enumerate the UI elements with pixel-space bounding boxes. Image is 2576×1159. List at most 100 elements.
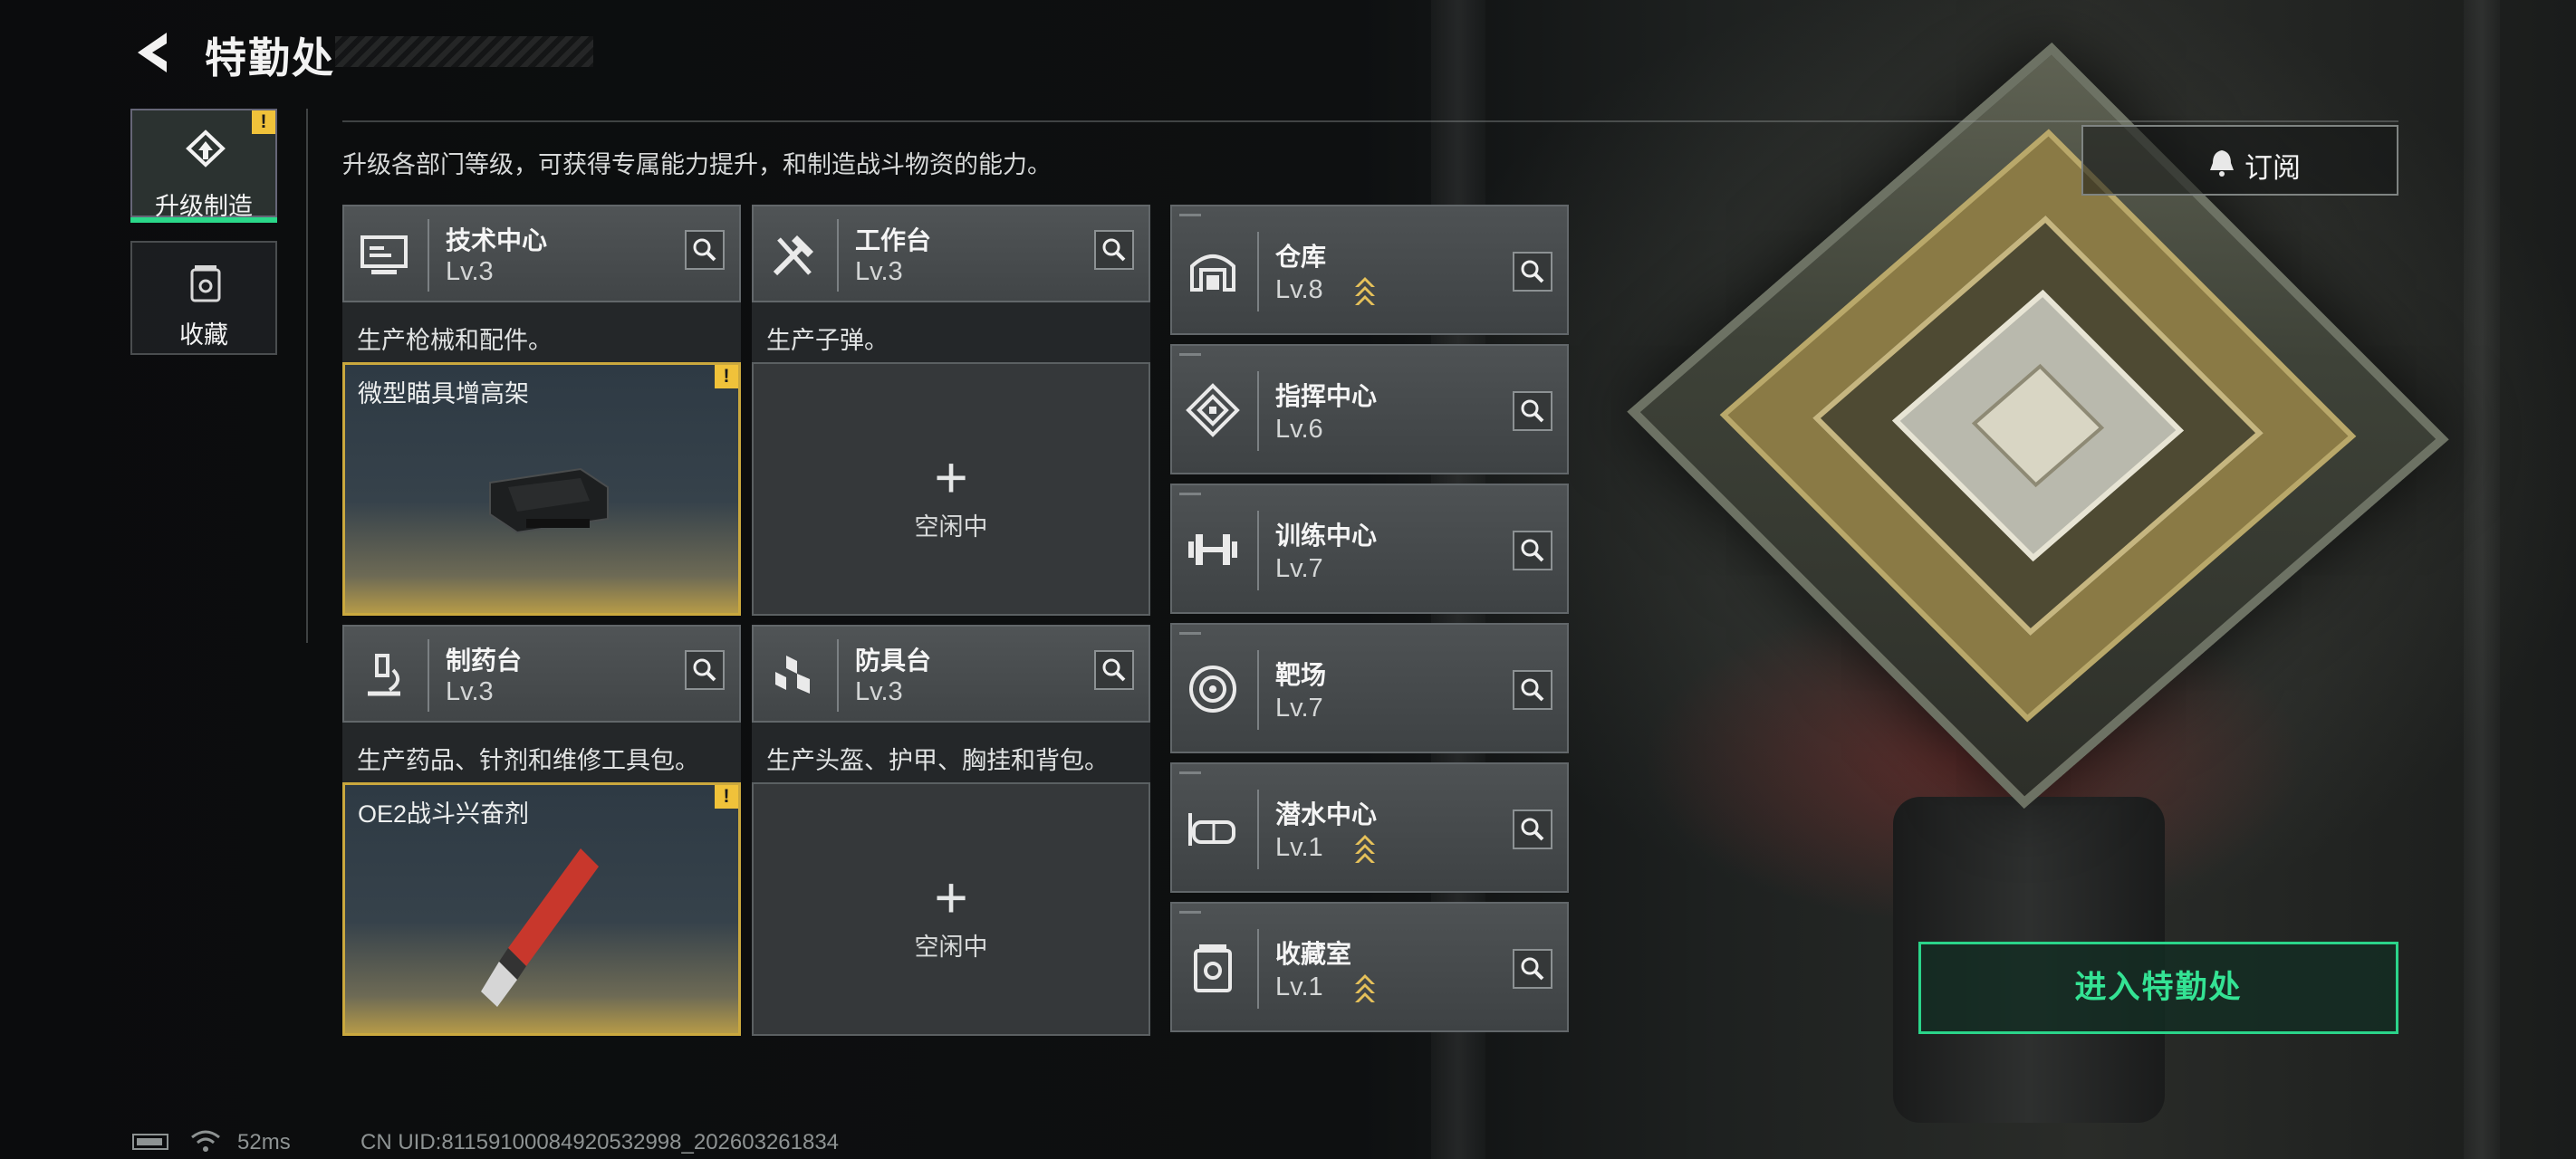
station-level: Lv.3 [446, 257, 494, 286]
scope-riser-image [489, 467, 609, 534]
facility-level: Lv.7 [1275, 694, 1323, 723]
tab-collection[interactable]: 收藏 [130, 241, 277, 355]
warehouse-icon [1190, 254, 1235, 292]
facility-name: 训练中心 [1275, 522, 1378, 550]
station-level: Lv.3 [855, 257, 903, 286]
tab-label: 收藏 [179, 321, 228, 349]
magnifier-icon [1521, 818, 1544, 841]
station-armor[interactable]: 防具台 Lv.3 [752, 625, 1150, 723]
enter-special-ops-button[interactable]: 进入特勤处 [1918, 942, 2398, 1034]
facility-name: 收藏室 [1275, 940, 1352, 968]
magnifier-icon [693, 238, 716, 262]
inspect-button[interactable] [1513, 670, 1552, 710]
facility-name: 潜水中心 [1275, 800, 1378, 829]
station-pharmacy[interactable]: 制药台 Lv.3 [342, 625, 741, 723]
facility-command-center[interactable]: 指挥中心 Lv.6 [1170, 344, 1569, 474]
facility-level: Lv.1 [1275, 972, 1323, 1001]
command-icon [1186, 383, 1240, 437]
add-icon: + [934, 445, 968, 510]
cubes-icon [775, 656, 810, 694]
station-name: 防具台 [855, 647, 932, 675]
uid-text: CN UID:81159100084920532998_202603261834 [360, 1130, 840, 1154]
facility-name: 指挥中心 [1275, 382, 1378, 410]
station-workbench[interactable]: 工作台 Lv.3 [752, 205, 1150, 302]
facility-level: Lv.7 [1275, 554, 1323, 583]
inspect-button[interactable] [1094, 230, 1134, 270]
upgrade-available-icon [1355, 277, 1375, 305]
add-icon: + [934, 865, 968, 930]
station-name: 制药台 [446, 647, 523, 675]
inspect-button[interactable] [1513, 391, 1552, 431]
station-level: Lv.3 [446, 677, 494, 706]
warning-badge: ! [252, 110, 275, 134]
production-slot-empty[interactable]: + 空闲中 [752, 362, 1150, 616]
facility-level: Lv.8 [1275, 275, 1323, 304]
facility-name: 仓库 [1275, 243, 1327, 271]
page-title: 特勤处 [205, 34, 335, 81]
facility-collection-room[interactable]: 收藏室 Lv.1 [1170, 902, 1569, 1032]
magnifier-icon [1521, 957, 1544, 981]
collection-icon [190, 265, 221, 302]
station-description: 生产药品、针剂和维修工具包。 [342, 723, 741, 784]
facility-warehouse[interactable]: 仓库 Lv.8 [1170, 205, 1569, 335]
divider [342, 120, 2398, 122]
tools-icon [773, 235, 813, 276]
station-level: Lv.3 [855, 677, 903, 706]
active-tab-indicator [130, 217, 277, 223]
station-tech-center[interactable]: 技术中心 Lv.3 [342, 205, 741, 302]
inspect-button[interactable] [1513, 531, 1552, 570]
bell-icon [2210, 150, 2234, 177]
subscribe-button[interactable]: 订阅 [2081, 125, 2398, 196]
magnifier-icon [1521, 260, 1544, 283]
facility-level: Lv.1 [1275, 833, 1323, 862]
magnifier-icon [1102, 658, 1126, 682]
station-description: 生产头盔、护甲、胸挂和背包。 [752, 723, 1150, 784]
back-arrow-icon[interactable] [127, 25, 181, 80]
inspect-button[interactable] [1513, 949, 1552, 989]
production-slot-empty[interactable]: + 空闲中 [752, 782, 1150, 1036]
background-pillar [2464, 0, 2500, 1159]
warning-badge: ! [715, 785, 738, 809]
inspect-button[interactable] [1513, 809, 1552, 849]
inspect-button[interactable] [685, 650, 725, 690]
wifi-icon [191, 1130, 220, 1152]
dumbbell-icon [1188, 534, 1237, 565]
magnifier-icon [1102, 238, 1126, 262]
magnifier-icon [1521, 399, 1544, 423]
facility-training-center[interactable]: 训练中心 Lv.7 [1170, 484, 1569, 614]
tab-upgrade-manufacture[interactable]: 升级制造 ! [130, 109, 277, 220]
subscribe-label: 订阅 [2244, 152, 2301, 184]
station-name: 技术中心 [446, 226, 548, 254]
facility-diving-center[interactable]: 潜水中心 Lv.1 [1170, 762, 1569, 893]
collection-icon [1194, 944, 1232, 992]
item-name: OE2战斗兴奋剂 [358, 800, 530, 828]
idle-status: 空闲中 [914, 513, 988, 541]
warning-badge: ! [715, 365, 738, 388]
station-name: 工作台 [855, 226, 932, 254]
inspect-button[interactable] [1094, 650, 1134, 690]
diving-mask-icon [1188, 813, 1235, 846]
inspect-button[interactable] [685, 230, 725, 270]
station-description: 生产子弹。 [752, 302, 1150, 364]
ping-readout: 52ms [237, 1130, 291, 1154]
microscope-icon [368, 654, 400, 696]
inspect-button[interactable] [1513, 252, 1552, 292]
monitor-icon [360, 235, 408, 274]
upgrade-available-icon [1355, 974, 1375, 1002]
idle-status: 空闲中 [914, 934, 988, 961]
stimulant-injector-image [481, 848, 599, 1007]
facility-level: Lv.6 [1275, 415, 1323, 444]
upgrade-icon [186, 129, 226, 168]
magnifier-icon [1521, 539, 1544, 562]
facility-shooting-range[interactable]: 靶场 Lv.7 [1170, 623, 1569, 753]
upgrade-available-icon [1355, 835, 1375, 863]
divider [306, 109, 308, 643]
production-slot[interactable]: OE2战斗兴奋剂 ! [342, 782, 741, 1036]
facility-name: 靶场 [1275, 661, 1327, 689]
enter-button-label: 进入特勤处 [2074, 970, 2243, 1005]
magnifier-icon [693, 658, 716, 682]
intro-text: 升级各部门等级，可获得专属能力提升，和制造战斗物资的能力。 [342, 151, 1052, 178]
target-icon [1189, 666, 1236, 713]
production-slot[interactable]: 微型瞄具增高架 ! [342, 362, 741, 616]
item-name: 微型瞄具增高架 [358, 380, 529, 407]
